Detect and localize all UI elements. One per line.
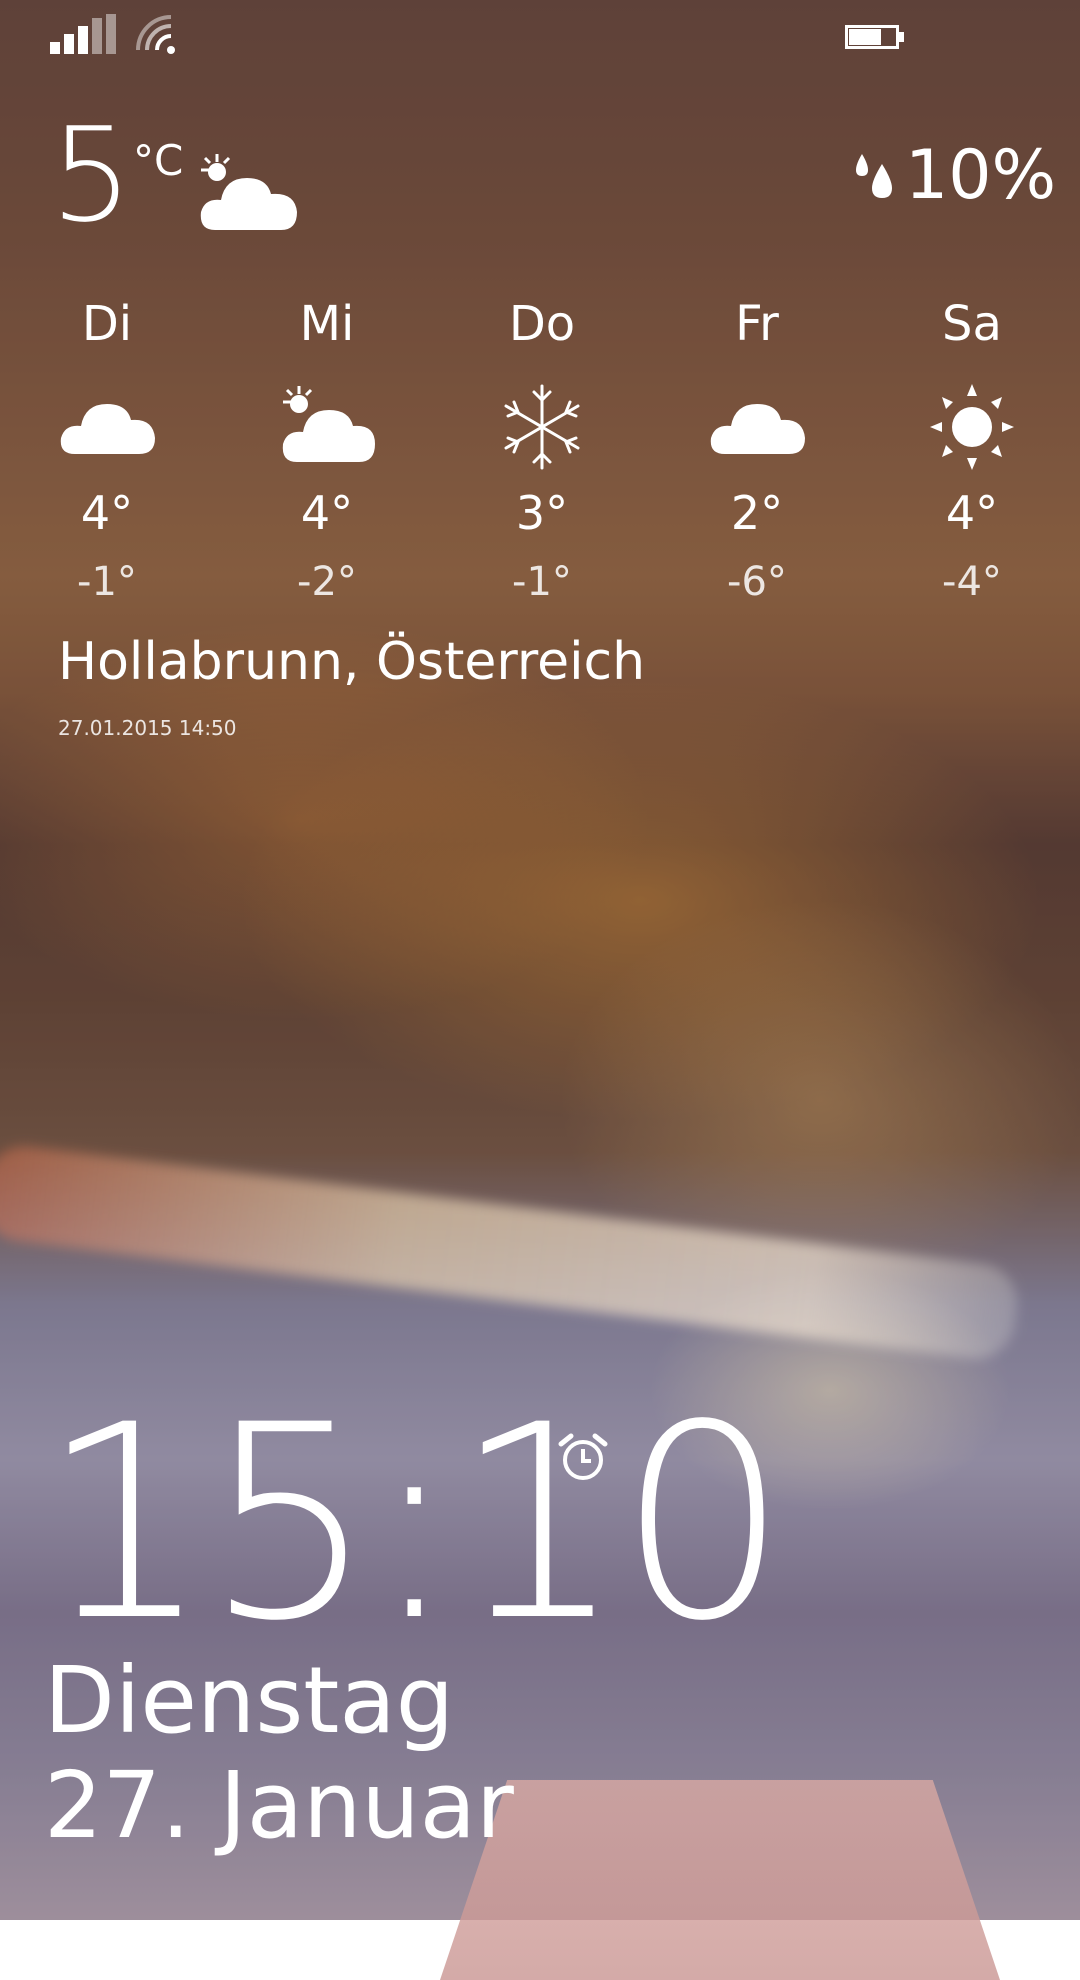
alarm-clock-icon [558,1433,608,1480]
precipitation-chance: 10% [905,136,1057,215]
current-temperature: 5 [50,99,133,251]
forecast-low: -1° [77,559,137,605]
temperature-unit: °C [133,136,184,185]
sun-icon [930,384,1014,470]
forecast-high: 4° [945,486,999,540]
raindrops-icon [856,154,892,198]
forecast-day-name: Sa [942,296,1002,352]
forecast-low: -2° [297,559,357,605]
last-updated: 27.01.2015 14:50 [58,716,237,740]
forecast-day-do: Do 3° -1° [467,300,617,602]
forecast-day-di: Di 4° -1° [32,300,182,602]
forecast-day-name: Fr [735,296,779,352]
forecast-low: -1° [512,559,572,605]
cloud-icon [60,404,155,454]
snowflake-icon [504,384,580,470]
forecast-day-name: Do [508,296,576,352]
cloud-icon [710,404,805,454]
forecast-day-name: Di [81,296,133,352]
forecast-high: 4° [80,486,134,540]
signal-bars-icon [50,14,116,54]
forecast-low: -6° [727,559,787,605]
lock-screen-date: 27. Januar [44,1752,514,1859]
wifi-icon [136,15,175,54]
location-name: Hollabrunn, Österreich [58,632,646,692]
partly-cloudy-icon [282,386,375,462]
forecast-high: 3° [515,486,569,540]
forecast-high: 4° [300,486,354,540]
battery-icon [845,25,905,49]
forecast-day-fr: Fr 2° -6° [682,300,832,602]
lock-screen-weekday: Dienstag [44,1647,455,1754]
partly-cloudy-icon [200,154,297,230]
forecast-low: -4° [942,559,1002,605]
forecast-day-mi: Mi 4° -2° [252,300,402,602]
lock-screen-time: 15:10 [40,1368,788,1680]
forecast-high: 2° [730,486,784,540]
forecast-day-sa: Sa 4° -4° [897,300,1047,602]
forecast-day-name: Mi [299,296,355,352]
